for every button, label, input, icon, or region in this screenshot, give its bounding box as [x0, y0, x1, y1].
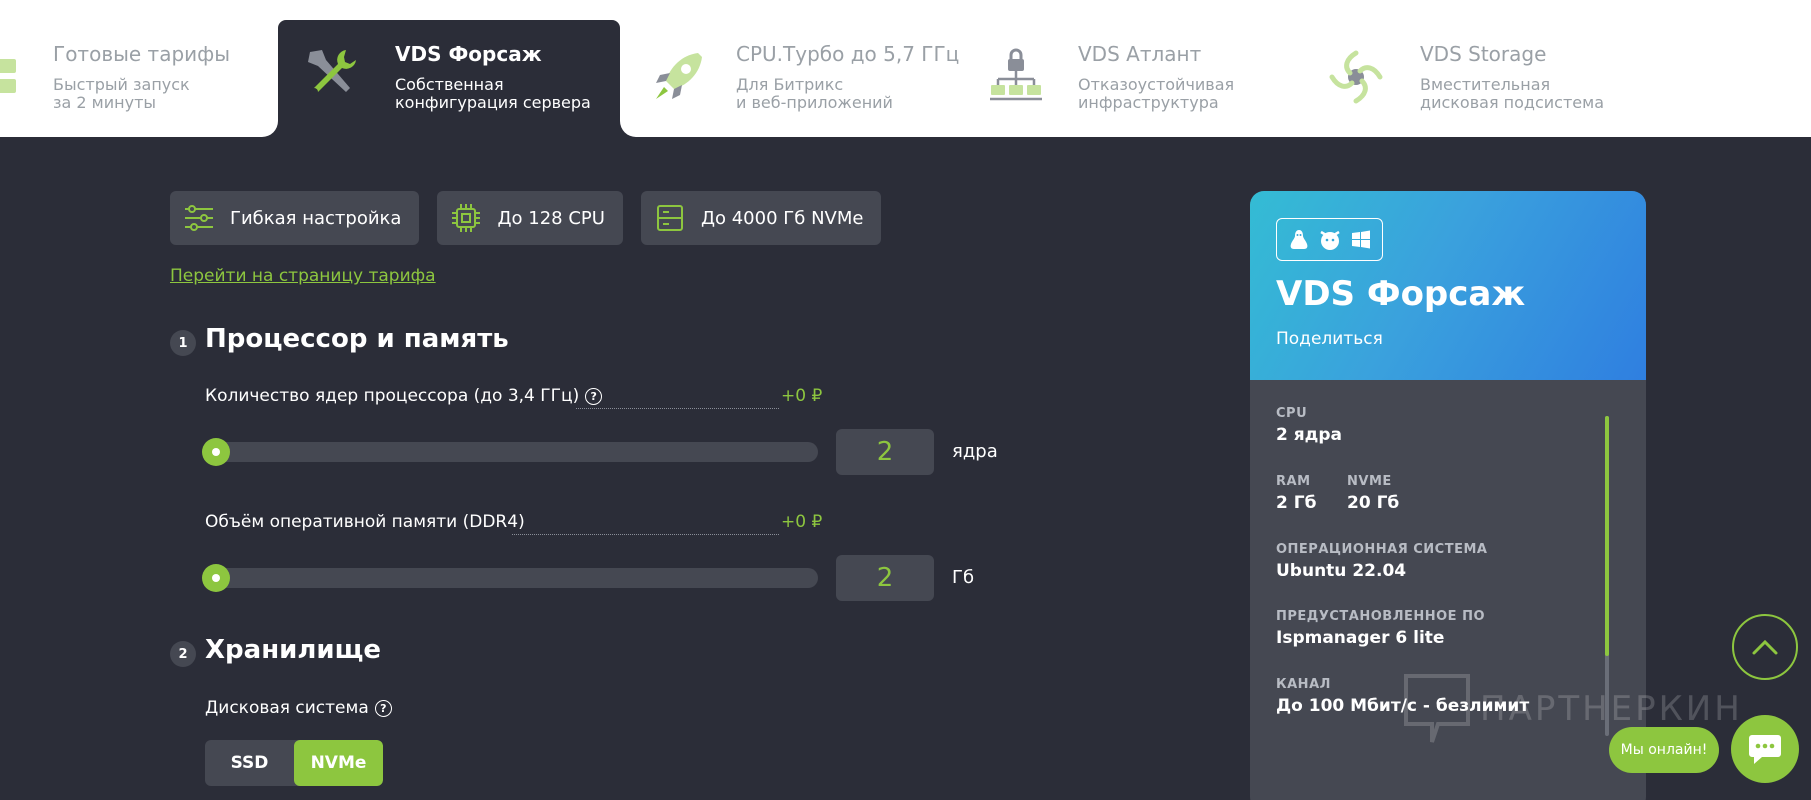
disk-option-nvme[interactable]: NVMe: [294, 740, 383, 786]
spec-key: ОПЕРАЦИОННАЯ СИСТЕМА: [1276, 542, 1488, 557]
ram-label-text: Объём оперативной памяти (DDR4): [205, 512, 525, 532]
spec-value: 2 ядра: [1276, 425, 1343, 445]
disk-label: Дисковая система ?: [205, 698, 392, 718]
chip-flexible: Гибкая настройка: [170, 191, 420, 245]
section-number: 2: [170, 641, 196, 667]
tariffs-icon: [0, 59, 16, 93]
spec-cpu: CPU 2 ядра: [1276, 406, 1342, 445]
galaxy-icon: [1329, 50, 1383, 104]
card-header: VDS Форсаж Поделиться: [1250, 191, 1646, 380]
sliders-icon: [185, 205, 213, 231]
tab-title: VDS Атлант: [1078, 42, 1202, 66]
cpu-price: +0 ₽: [781, 386, 823, 406]
ram-unit: Гб: [952, 567, 975, 588]
ram-slider-handle[interactable]: [202, 564, 230, 592]
help-icon[interactable]: ?: [374, 699, 392, 717]
spec-key: ПРЕДУСТАНОВЛЕННОЕ ПО: [1276, 609, 1486, 624]
tab-vds-forsazh[interactable]: VDS Форсаж Собственная конфигурация серве…: [278, 20, 620, 137]
spec-value: Ubuntu 22.04: [1276, 561, 1407, 581]
spec-key: CPU: [1276, 406, 1308, 421]
watermark-text: ПАРТНЕРКИН: [1480, 689, 1743, 729]
chip-label: До 4000 Гб NVMe: [700, 207, 864, 229]
spec-value: Ispmanager 6 lite: [1276, 628, 1445, 648]
tariff-page-link[interactable]: Перейти на страницу тарифа: [170, 266, 436, 286]
chip-label: Гибкая настройка: [230, 207, 402, 229]
cpu-cores-slider[interactable]: [205, 442, 818, 462]
spec-nvme: NVME 20 Гб: [1347, 474, 1399, 513]
ram-value[interactable]: 2: [836, 555, 934, 601]
chat-icon: [1749, 735, 1781, 764]
tab-ready-tariffs[interactable]: Готовые тарифы Быстрый запуск за 2 минуты: [0, 20, 275, 137]
tab-title: CPU.Турбо до 5,7 ГГц: [736, 42, 960, 66]
tab-vds-atlant[interactable]: VDS Атлант Отказоустойчивая инфраструктур…: [980, 20, 1310, 137]
feature-chips: Гибкая настройка До 128 CPU До 4000 Гб N…: [170, 191, 882, 245]
ram-label: Объём оперативной памяти (DDR4): [205, 512, 525, 532]
ram-price: +0 ₽: [781, 512, 823, 532]
chevron-up-icon: [1752, 639, 1778, 655]
chip-nvme: До 4000 Гб NVMe: [640, 191, 882, 245]
tab-corner: [262, 121, 278, 137]
spec-software: ПРЕДУСТАНОВЛЕННОЕ ПО Ispmanager 6 lite: [1276, 609, 1485, 648]
tab-vds-storage[interactable]: VDS Storage Вместительная дисковая подсис…: [1320, 20, 1680, 137]
cpu-cores-label-text: Количество ядер процессора (до 3,4 ГГц): [205, 386, 580, 406]
chip-cpu: До 128 CPU: [437, 191, 623, 245]
windows-icon: [1351, 230, 1370, 248]
speech-bubble-icon: [1404, 674, 1470, 743]
dotted-leader: [576, 408, 779, 409]
online-badge[interactable]: Мы онлайн!: [1609, 727, 1719, 773]
section-title-storage: Хранилище: [205, 635, 382, 665]
spec-key: RAM: [1276, 474, 1311, 489]
tab-cpu-turbo[interactable]: CPU.Турбо до 5,7 ГГц Для Битрикс и веб-пр…: [640, 20, 970, 137]
cpu-cores-value[interactable]: 2: [836, 429, 934, 475]
chat-button[interactable]: [1731, 715, 1799, 783]
disk-type-toggle: SSD NVMe: [205, 740, 383, 786]
section-title-cpu-ram: Процессор и память: [205, 324, 509, 354]
disk-label-text: Дисковая система: [205, 698, 369, 718]
tab-title: Готовые тарифы: [53, 42, 231, 66]
cpu-cores-unit: ядра: [952, 441, 998, 462]
tab-sub: инфраструктура: [1078, 93, 1219, 112]
linux-icon: [1290, 229, 1307, 249]
spec-value: 20 Гб: [1347, 493, 1400, 513]
freebsd-icon: [1319, 230, 1340, 250]
tab-title: VDS Storage: [1420, 42, 1547, 66]
ram-slider[interactable]: [205, 568, 818, 588]
tab-sub: конфигурация сервера: [395, 93, 591, 112]
disk-option-ssd[interactable]: SSD: [205, 740, 294, 786]
tab-sub: за 2 минуты: [53, 93, 157, 112]
tariff-tabs: Готовые тарифы Быстрый запуск за 2 минуты…: [0, 0, 1811, 137]
cpu-icon: [452, 204, 481, 232]
network-lock-icon: [990, 48, 1042, 101]
rocket-icon: [656, 53, 702, 99]
help-icon[interactable]: ?: [585, 387, 603, 405]
card-title: VDS Форсаж: [1276, 274, 1526, 314]
spec-value: 2 Гб: [1276, 493, 1317, 513]
tab-sub: и веб-приложений: [736, 93, 893, 112]
spec-os: ОПЕРАЦИОННАЯ СИСТЕМА Ubuntu 22.04: [1276, 542, 1487, 581]
cpu-cores-label: Количество ядер процессора (до 3,4 ГГц) …: [205, 386, 603, 406]
chip-label: До 128 CPU: [497, 207, 605, 229]
section-number: 1: [170, 330, 196, 356]
tab-sub: Отказоустойчивая: [1078, 75, 1235, 94]
share-link[interactable]: Поделиться: [1276, 329, 1383, 349]
spec-key: NVME: [1347, 474, 1392, 489]
dotted-leader: [512, 534, 779, 535]
tab-sub: Для Битрикс: [736, 75, 844, 94]
tab-sub: Собственная: [395, 75, 504, 94]
scroll-to-top-button[interactable]: [1732, 614, 1798, 680]
tab-sub: дисковая подсистема: [1420, 93, 1604, 112]
tab-sub: Вместительная: [1420, 75, 1551, 94]
cpu-slider-handle[interactable]: [202, 438, 230, 466]
tools-icon: [308, 50, 356, 96]
spec-ram: RAM 2 Гб: [1276, 474, 1316, 513]
tab-title: VDS Форсаж: [395, 42, 542, 66]
os-icons: [1276, 218, 1383, 261]
tab-corner: [620, 121, 636, 137]
storage-icon: [656, 205, 683, 231]
tab-sub: Быстрый запуск: [53, 75, 190, 94]
